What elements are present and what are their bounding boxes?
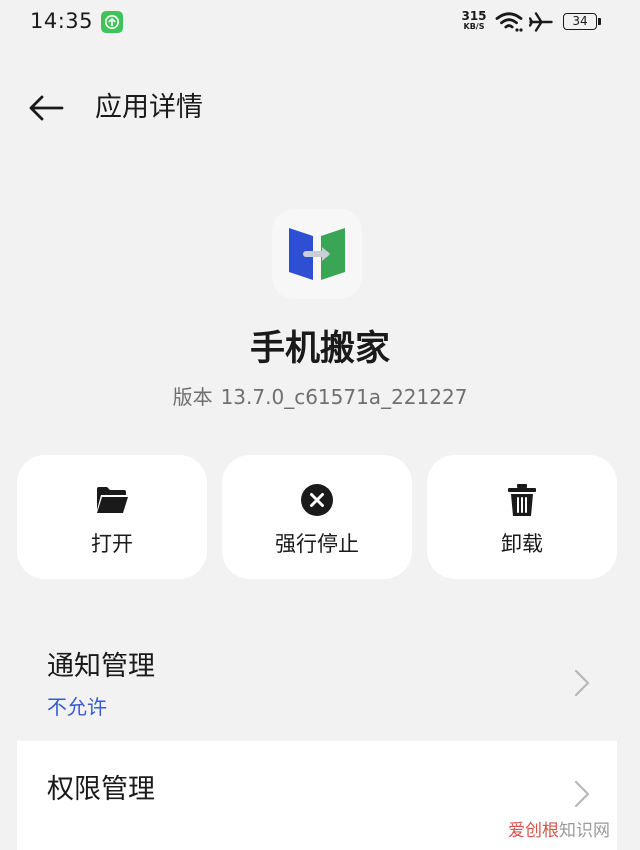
- open-button[interactable]: 打开: [17, 455, 207, 579]
- force-stop-label: 强行停止: [275, 532, 359, 556]
- watermark-part1: 爱创根: [508, 821, 559, 841]
- trash-icon: [427, 483, 617, 517]
- watermark: 爱创根知识网: [508, 818, 610, 844]
- status-time: 14:35: [30, 9, 94, 33]
- chevron-right-icon: [574, 780, 590, 808]
- open-label: 打开: [91, 532, 133, 556]
- wifi-icon: [495, 11, 523, 37]
- back-button[interactable]: [25, 88, 67, 128]
- version-label: 版本: [172, 385, 213, 409]
- uninstall-button[interactable]: 卸载: [427, 455, 617, 579]
- upload-notification-icon: [101, 11, 123, 33]
- status-bar: 14:35 315 KB/S 34: [0, 0, 640, 46]
- close-circle-icon: [222, 483, 412, 517]
- airplane-mode-icon: [528, 11, 553, 37]
- app-version: 版本 13.7.0_c61571a_221227: [0, 380, 640, 414]
- permission-management-title: 权限管理: [47, 774, 155, 805]
- phone-clone-app-icon: [272, 209, 362, 299]
- arrow-left-icon: [29, 95, 64, 121]
- app-details-screen: 14:35 315 KB/S 34 应用详情 手机搬家 版本 13.7.0_c6…: [0, 0, 640, 850]
- notification-management-title: 通知管理: [47, 651, 155, 682]
- network-speed: 315 KB/S: [460, 10, 488, 31]
- battery-icon: 34: [563, 13, 597, 30]
- chevron-right-icon: [574, 669, 590, 697]
- version-number: 13.7.0_c61571a_221227: [220, 385, 468, 409]
- network-speed-value: 315: [461, 9, 487, 23]
- watermark-part2: 知识网: [559, 821, 610, 841]
- uninstall-label: 卸载: [501, 532, 543, 556]
- notification-status: 不允许: [47, 695, 107, 719]
- page-title: 应用详情: [95, 92, 203, 123]
- folder-open-icon: [17, 483, 207, 517]
- battery-tip: [598, 18, 601, 25]
- app-name: 手机搬家: [249, 329, 390, 369]
- force-stop-button[interactable]: 强行停止: [222, 455, 412, 579]
- network-speed-unit: KB/S: [463, 22, 485, 31]
- notification-management-item[interactable]: 通知管理 不允许: [17, 628, 617, 739]
